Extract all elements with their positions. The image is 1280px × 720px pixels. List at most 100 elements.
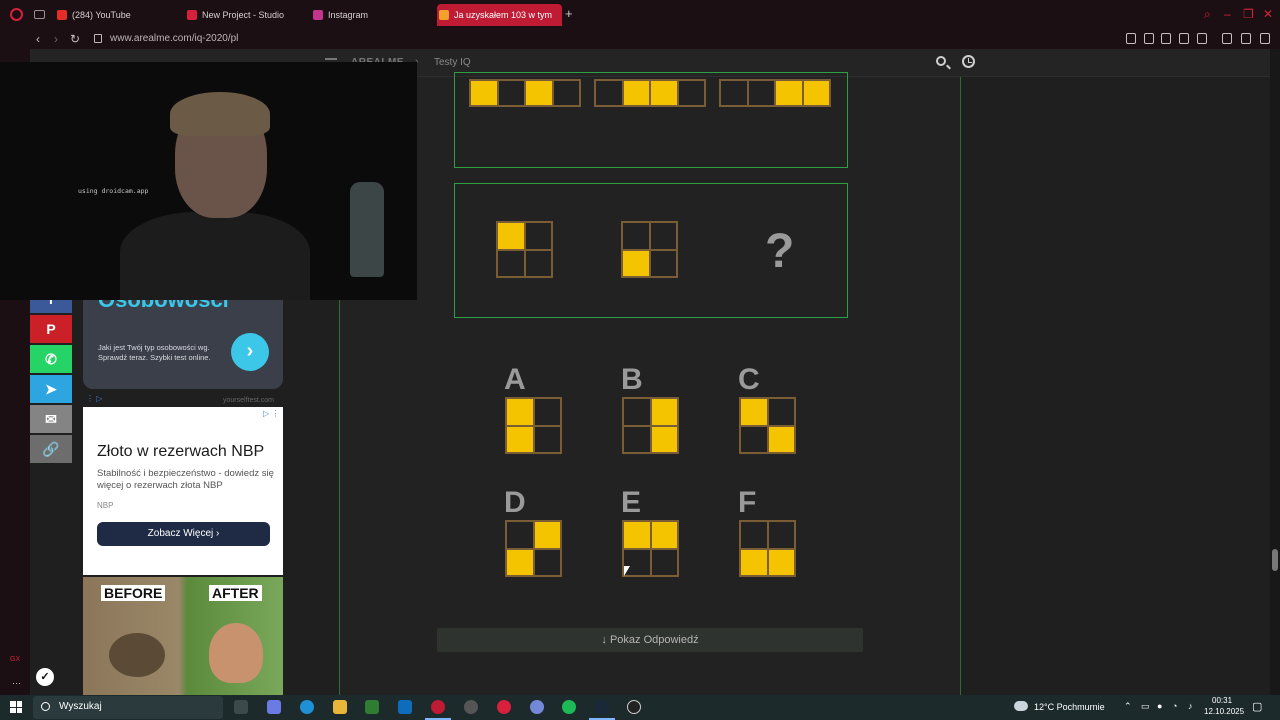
- empty-cell: [624, 426, 650, 452]
- tab-menu-icon[interactable]: [34, 10, 45, 19]
- forward-icon[interactable]: ›: [54, 31, 58, 47]
- tab-favicon-icon: [439, 10, 449, 20]
- obs-icon[interactable]: [627, 700, 641, 714]
- url-field[interactable]: www.arealme.com/iq-2020/pl: [110, 32, 238, 46]
- pin-icon[interactable]: [1126, 33, 1136, 44]
- answer-option-f[interactable]: [739, 520, 796, 577]
- taskbar-search[interactable]: Wyszukaj: [33, 696, 223, 719]
- filled-cell: [803, 81, 829, 105]
- browser-tab[interactable]: (284) YouTube: [55, 4, 175, 26]
- shield-icon[interactable]: [1161, 33, 1171, 44]
- microphone-icon[interactable]: ●: [1157, 701, 1162, 711]
- ad-cta-button[interactable]: Zobacz Więcej ›: [97, 522, 270, 546]
- browser-tab[interactable]: New Project - Studio: [185, 4, 300, 26]
- show-answer-button[interactable]: ↓ Pokaz Odpowiedź: [437, 628, 863, 652]
- player-icon[interactable]: [1179, 33, 1189, 44]
- ad-title: Osobowości: [98, 299, 229, 312]
- ad-before-after[interactable]: BEFORE AFTER: [83, 577, 283, 695]
- close-window-icon[interactable]: ✕: [1263, 7, 1273, 21]
- chevron-right-icon[interactable]: ›: [231, 333, 269, 371]
- opera-logo-icon[interactable]: [10, 8, 23, 21]
- restore-icon[interactable]: ❐: [1243, 7, 1254, 21]
- ad-image-before: [109, 633, 165, 677]
- heart-icon[interactable]: [1197, 33, 1207, 44]
- answer-option-a[interactable]: [505, 397, 562, 454]
- option-letter[interactable]: E: [621, 486, 641, 520]
- new-tab-button[interactable]: +: [565, 7, 573, 21]
- outlook-icon[interactable]: [398, 700, 412, 714]
- adchoices-icon[interactable]: ▷ ⋮: [263, 409, 279, 418]
- pinterest-icon[interactable]: P: [30, 315, 72, 343]
- webcam-watermark: using droidcam.app: [78, 187, 149, 195]
- steam-icon[interactable]: [589, 700, 615, 720]
- volume-icon[interactable]: ♪: [1188, 701, 1193, 711]
- breadcrumb-link[interactable]: Testy IQ: [434, 57, 471, 68]
- check-badge-icon[interactable]: ✓: [36, 668, 54, 686]
- answer-option-d[interactable]: [505, 520, 562, 577]
- webcam-person-hair: [170, 92, 270, 136]
- empty-cell: [650, 223, 676, 249]
- tab-favicon-icon: [187, 10, 197, 20]
- empty-cell: [498, 250, 524, 276]
- option-letter[interactable]: F: [738, 486, 756, 520]
- scrollbar-thumb[interactable]: [1272, 549, 1278, 571]
- discord-icon[interactable]: [530, 700, 544, 714]
- store-icon[interactable]: [365, 700, 379, 714]
- whatsapp-icon[interactable]: ✆: [30, 345, 72, 373]
- tab-label: (284) YouTube: [72, 10, 131, 20]
- answer-option-b[interactable]: [622, 397, 679, 454]
- opera-gx-taskbar-icon[interactable]: [425, 700, 451, 720]
- ad-source: yourselftest.com: [223, 397, 274, 404]
- browser-tab[interactable]: Instagram: [311, 4, 421, 26]
- download-icon[interactable]: [1241, 33, 1251, 44]
- chart-app-icon[interactable]: [464, 700, 478, 714]
- option-letter[interactable]: C: [738, 363, 760, 397]
- search-icon[interactable]: [936, 56, 946, 66]
- tray-overflow-icon[interactable]: ⌃: [1124, 701, 1132, 712]
- spotify-icon[interactable]: [562, 700, 576, 714]
- telegram-icon[interactable]: ➤: [30, 375, 72, 403]
- back-icon[interactable]: ‹: [36, 31, 40, 47]
- reload-icon[interactable]: ↻: [70, 31, 80, 47]
- link-icon[interactable]: 🔗: [30, 435, 72, 463]
- menu-icon[interactable]: [1260, 33, 1270, 44]
- empty-cell: [741, 426, 767, 452]
- filled-cell: [768, 549, 794, 575]
- minimize-icon[interactable]: –: [1224, 7, 1231, 21]
- file-explorer-icon[interactable]: [333, 700, 347, 714]
- task-view-icon[interactable]: [234, 700, 248, 714]
- clock-date[interactable]: 12.10.2025: [1204, 707, 1244, 716]
- sidebar-logo-icon[interactable]: GX: [10, 656, 20, 663]
- windows-start-icon[interactable]: [10, 701, 22, 713]
- sidebar-more-icon[interactable]: ⋯: [12, 678, 21, 689]
- history-icon[interactable]: [962, 55, 975, 68]
- filled-cell: [623, 250, 649, 276]
- opera-icon[interactable]: [497, 700, 511, 714]
- clock-time[interactable]: 00:31: [1212, 696, 1232, 705]
- answer-option-c[interactable]: [739, 397, 796, 454]
- wifi-icon[interactable]: ◔: [1172, 701, 1177, 711]
- notifications-icon[interactable]: ▢: [1252, 700, 1262, 713]
- webcam-person-body: [120, 212, 310, 300]
- tab-label: Instagram: [328, 10, 369, 20]
- question-frame-top: [454, 72, 848, 168]
- weather-text[interactable]: 12°C Pochmurnie: [1034, 702, 1105, 712]
- option-letter[interactable]: B: [621, 363, 643, 397]
- ad-gold[interactable]: ▷ ⋮ Złoto w rezerwach NBP Stabilność i b…: [83, 407, 283, 575]
- option-letter[interactable]: D: [504, 486, 526, 520]
- network-icon[interactable]: ▭: [1141, 701, 1150, 712]
- ad-title: Złoto w rezerwach NBP: [97, 443, 265, 460]
- edge-icon[interactable]: [300, 700, 314, 714]
- email-icon[interactable]: ✉: [30, 405, 72, 433]
- ad-personality[interactable]: Osobowości Jaki jest Twój typ osobowości…: [83, 299, 283, 389]
- adchoices-icon[interactable]: ⋮ ▷: [86, 394, 102, 403]
- profile-icon[interactable]: [1222, 33, 1232, 44]
- option-letter[interactable]: A: [504, 363, 526, 397]
- page-scrollbar[interactable]: [1270, 49, 1280, 695]
- browser-tab[interactable]: Ja uzyskałem 103 w tym: [437, 4, 562, 26]
- search-tabs-icon[interactable]: ⌕: [1204, 7, 1211, 21]
- snapshot-icon[interactable]: [1144, 33, 1154, 44]
- empty-cell: [623, 223, 649, 249]
- copilot-icon[interactable]: [267, 700, 281, 714]
- answer-option-e[interactable]: [622, 520, 679, 577]
